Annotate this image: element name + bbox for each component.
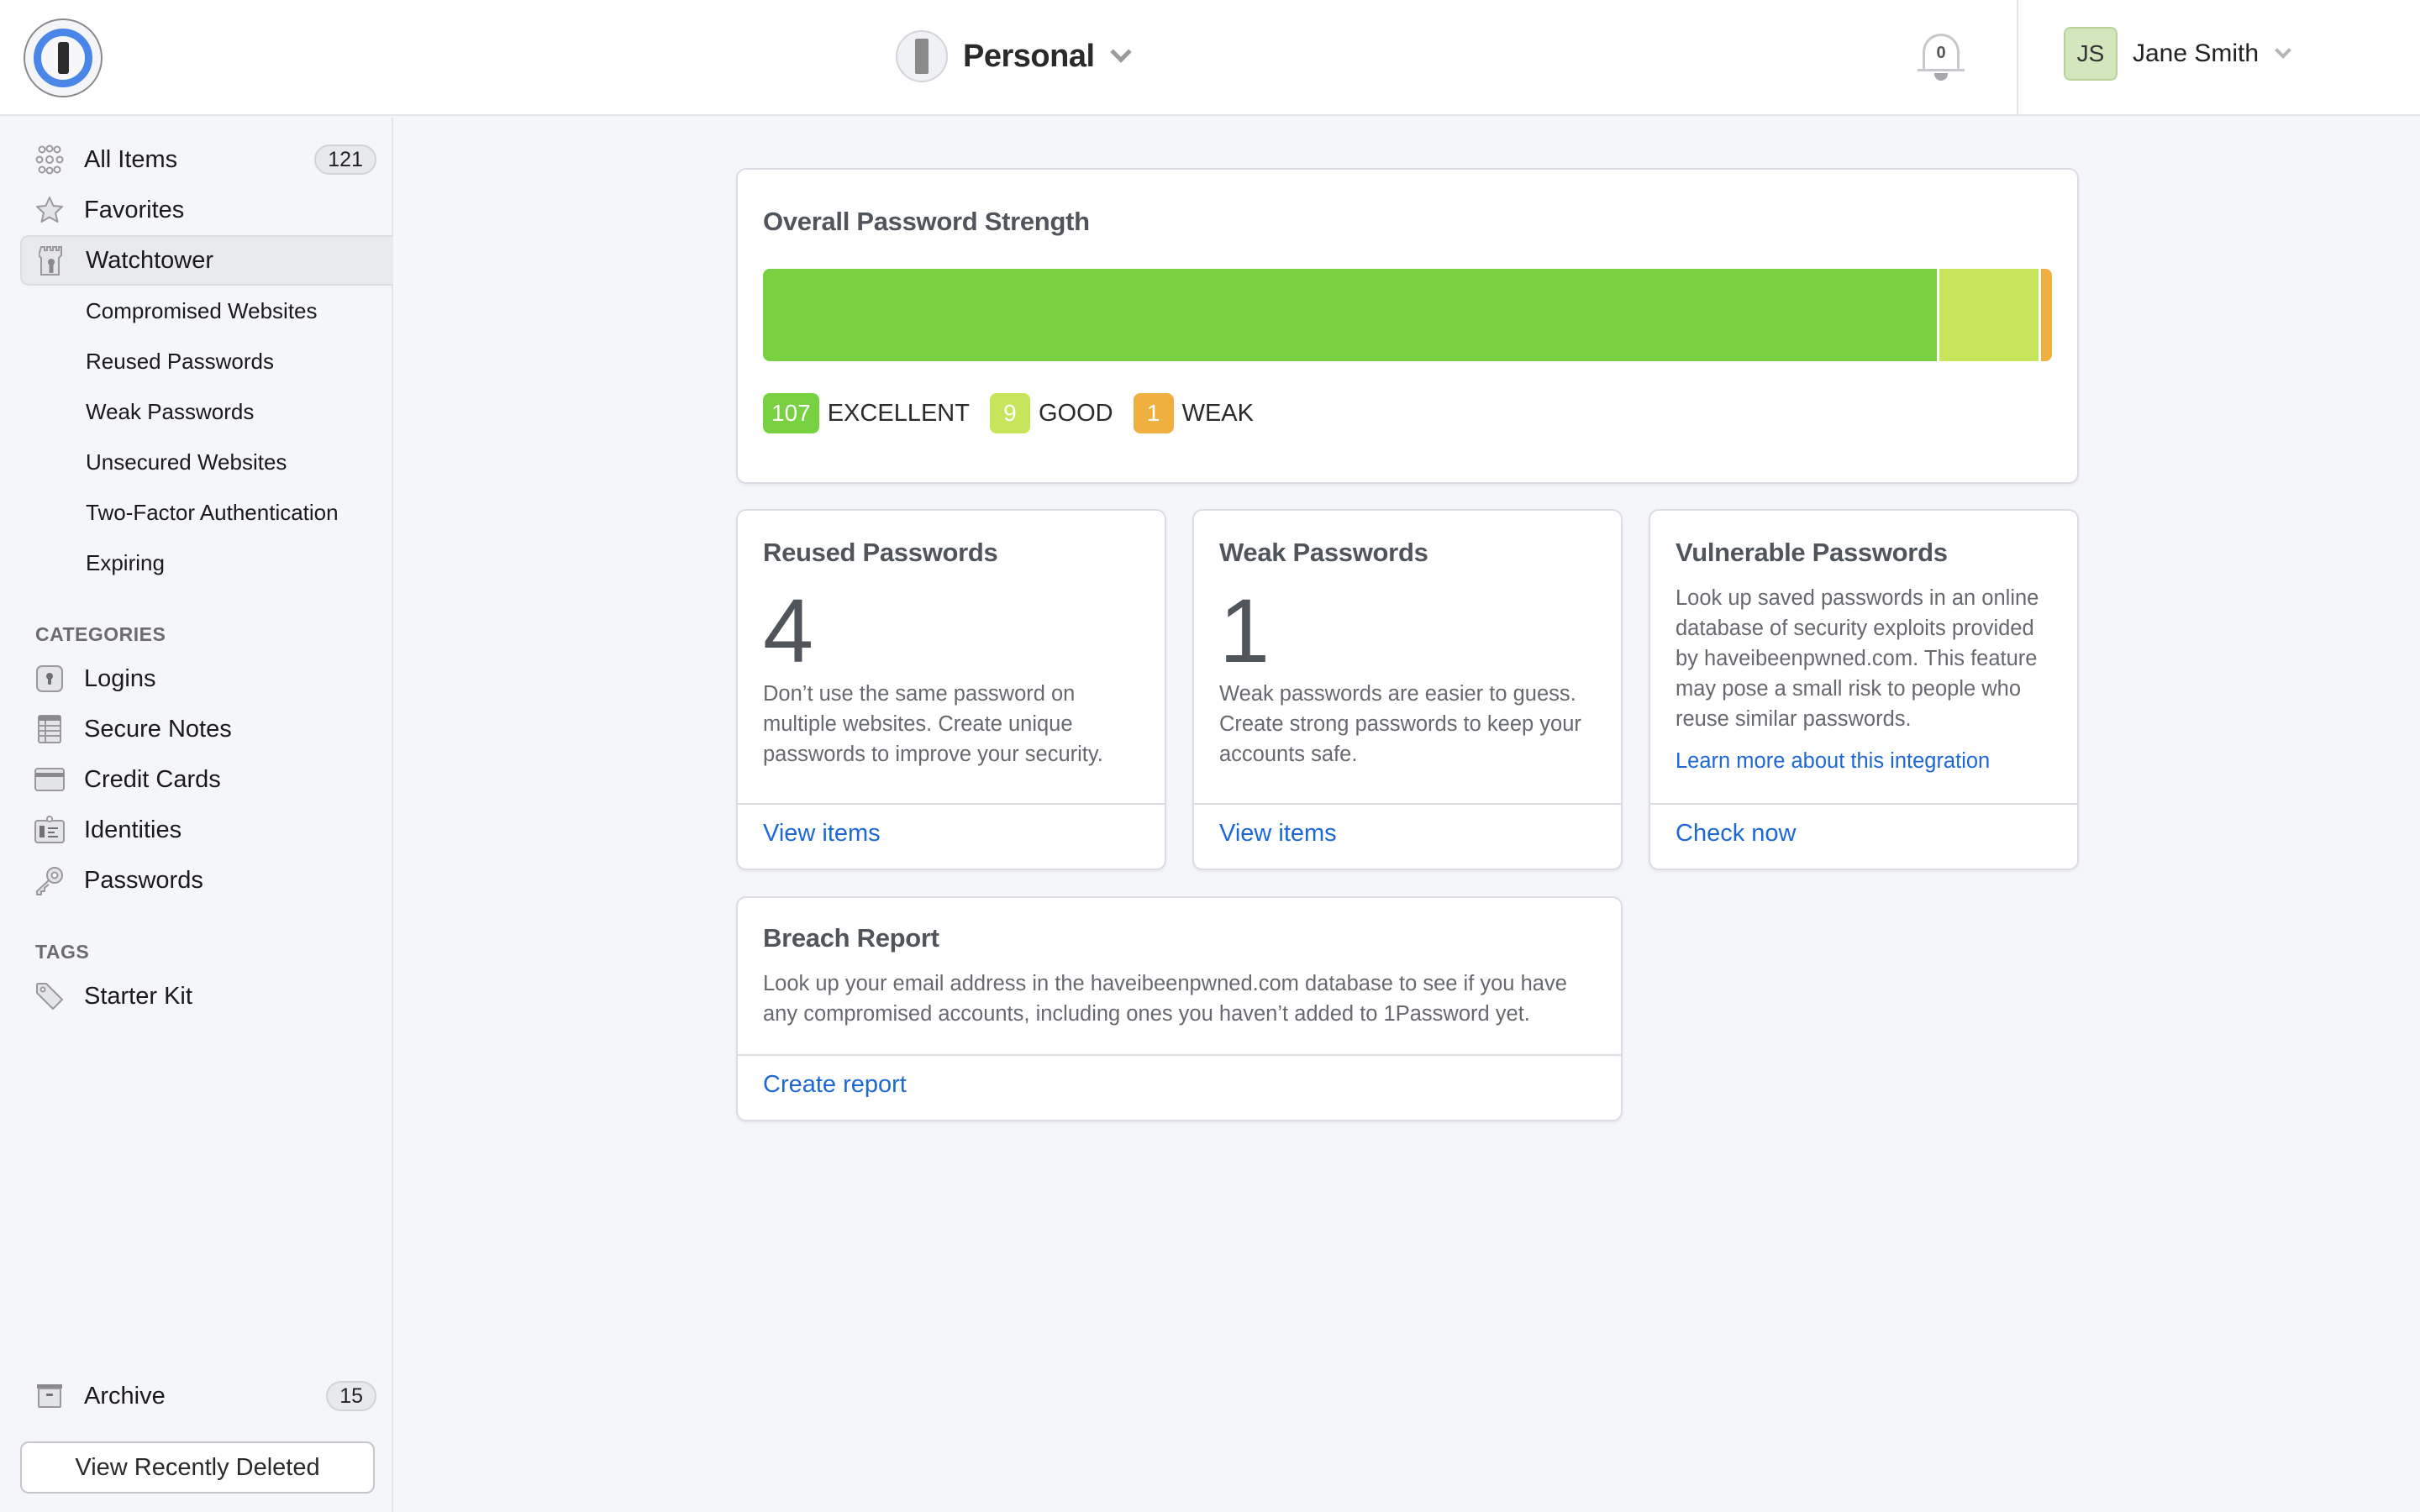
card-footer: View items bbox=[1194, 803, 1621, 869]
reused-passwords-card: Reused Passwords 4 Don’t use the same pa… bbox=[736, 509, 1166, 870]
legend-count: 9 bbox=[989, 393, 1030, 433]
strength-segment-excellent bbox=[763, 269, 1938, 361]
weak-count: 1 bbox=[1219, 580, 1270, 681]
card-footer: View items bbox=[738, 803, 1165, 869]
count-badge: 121 bbox=[314, 144, 376, 175]
sidebar-item-label: Archive bbox=[84, 1382, 166, 1410]
breach-report-card: Breach Report Look up your email address… bbox=[736, 896, 1623, 1121]
sidebar-item-secure-notes[interactable]: Secure Notes bbox=[20, 704, 393, 754]
password-strength-card: Overall Password Strength 107 EXCELLENT 9 G… bbox=[736, 168, 2079, 484]
view-items-link[interactable]: View items bbox=[1219, 820, 1337, 848]
sidebar-item-label: Credit Cards bbox=[84, 765, 221, 793]
sidebar-item-label: Favorites bbox=[84, 196, 185, 223]
identity-icon bbox=[34, 814, 66, 846]
user-name: Jane Smith bbox=[2133, 39, 2260, 67]
tag-icon bbox=[34, 980, 66, 1012]
card-description: Look up your email address in the haveib… bbox=[763, 972, 1567, 1026]
strength-legend: 107 EXCELLENT 9 GOOD 1 WEAK bbox=[763, 393, 1274, 433]
sidebar-item-credit-cards[interactable]: Credit Cards bbox=[20, 754, 393, 805]
sidebar-subitem-expiring[interactable]: Expiring bbox=[86, 544, 165, 581]
card-description: Weak passwords are easier to guess. Crea… bbox=[1219, 682, 1581, 766]
tags-heading: TAGS bbox=[35, 941, 90, 963]
chevron-down-icon bbox=[2275, 42, 2291, 59]
notifications-button[interactable]: 0 bbox=[1918, 27, 1965, 81]
learn-more-link[interactable]: Learn more about this integration bbox=[1676, 749, 1990, 774]
card-description: Look up saved passwords in an online dat… bbox=[1676, 586, 2039, 731]
card-title: Vulnerable Passwords bbox=[1676, 538, 1948, 567]
chevron-down-icon bbox=[1109, 41, 1132, 63]
sidebar-item-label: Starter Kit bbox=[84, 982, 192, 1010]
legend-label: WEAK bbox=[1181, 399, 1254, 427]
sidebar-item-favorites[interactable]: Favorites bbox=[20, 185, 393, 235]
bell-icon: 0 bbox=[1923, 34, 1960, 71]
legend-item-weak: 1 WEAK bbox=[1133, 393, 1254, 433]
sidebar-subitem-compromised-websites[interactable]: Compromised Websites bbox=[86, 292, 318, 329]
header-divider bbox=[2017, 0, 2018, 116]
top-header: Personal 0 JS Jane Smith bbox=[0, 0, 2420, 116]
sidebar-item-label: Passwords bbox=[84, 866, 203, 894]
login-icon bbox=[34, 663, 66, 695]
count-badge: 15 bbox=[326, 1381, 376, 1411]
legend-label: GOOD bbox=[1038, 399, 1113, 427]
reused-count: 4 bbox=[763, 580, 814, 681]
legend-label: EXCELLENT bbox=[827, 399, 970, 427]
sidebar-subitem-unsecured-websites[interactable]: Unsecured Websites bbox=[86, 444, 287, 480]
user-menu[interactable]: JS Jane Smith bbox=[2064, 27, 2291, 81]
card-footer: Create report bbox=[738, 1054, 1621, 1120]
weak-passwords-card: Weak Passwords 1 Weak passwords are easi… bbox=[1192, 509, 1623, 870]
legend-count: 107 bbox=[763, 393, 819, 433]
star-icon bbox=[34, 194, 66, 226]
sidebar-item-all-items[interactable]: All Items 121 bbox=[20, 134, 393, 185]
view-recently-deleted-button[interactable]: View Recently Deleted bbox=[20, 1441, 375, 1494]
key-icon bbox=[34, 864, 66, 896]
sidebar-item-passwords[interactable]: Passwords bbox=[20, 855, 393, 906]
archive-icon bbox=[34, 1380, 66, 1412]
card-title: Reused Passwords bbox=[763, 538, 998, 567]
watchtower-icon bbox=[35, 244, 67, 276]
legend-item-excellent: 107 EXCELLENT bbox=[763, 393, 970, 433]
sidebar-item-label: Secure Notes bbox=[84, 715, 232, 743]
sidebar-subitem-two-factor[interactable]: Two-Factor Authentication bbox=[86, 494, 339, 531]
vulnerable-passwords-card: Vulnerable Passwords Look up saved passw… bbox=[1649, 509, 2079, 870]
legend-item-good: 9 GOOD bbox=[989, 393, 1113, 433]
note-icon bbox=[34, 713, 66, 745]
avatar: JS bbox=[2064, 27, 2118, 81]
sidebar-item-archive[interactable]: Archive 15 bbox=[20, 1371, 393, 1421]
notifications-count: 0 bbox=[1936, 44, 1946, 62]
categories-heading: CATEGORIES bbox=[35, 623, 166, 645]
sidebar-item-label: Watchtower bbox=[86, 246, 214, 274]
sidebar-item-label: Logins bbox=[84, 664, 156, 692]
sidebar-subitem-weak-passwords[interactable]: Weak Passwords bbox=[86, 393, 254, 430]
view-items-link[interactable]: View items bbox=[763, 820, 881, 848]
card-title: Breach Report bbox=[763, 923, 939, 953]
sidebar-item-label: Identities bbox=[84, 816, 182, 843]
sidebar-item-watchtower[interactable]: Watchtower bbox=[20, 235, 393, 286]
sidebar-item-logins[interactable]: Logins bbox=[20, 654, 393, 704]
legend-count: 1 bbox=[1133, 393, 1174, 433]
grid-icon bbox=[34, 144, 66, 176]
strength-bar bbox=[763, 269, 2052, 361]
sidebar-subitem-reused-passwords[interactable]: Reused Passwords bbox=[86, 343, 274, 380]
sidebar-item-identities[interactable]: Identities bbox=[20, 805, 393, 855]
vault-switcher[interactable]: Personal bbox=[896, 27, 1132, 86]
sidebar-item-tag-starter-kit[interactable]: Starter Kit bbox=[20, 971, 393, 1021]
card-footer: Check now bbox=[1650, 803, 2077, 869]
card-title: Weak Passwords bbox=[1219, 538, 1428, 567]
strength-segment-good bbox=[1937, 269, 2039, 361]
card-title: Overall Password Strength bbox=[763, 207, 1090, 236]
vault-name: Personal bbox=[963, 38, 1095, 74]
check-now-link[interactable]: Check now bbox=[1676, 820, 1796, 848]
sidebar-item-label: All Items bbox=[84, 145, 178, 173]
vault-icon bbox=[896, 30, 948, 82]
card-description: Don’t use the same password on multiple … bbox=[763, 682, 1103, 766]
credit-card-icon bbox=[34, 764, 66, 795]
strength-segment-weak bbox=[2038, 269, 2052, 361]
create-report-link[interactable]: Create report bbox=[763, 1071, 907, 1099]
app-logo-icon[interactable] bbox=[24, 18, 103, 97]
sidebar: All Items 121 Favorites Watchtower Compr… bbox=[0, 118, 393, 1512]
